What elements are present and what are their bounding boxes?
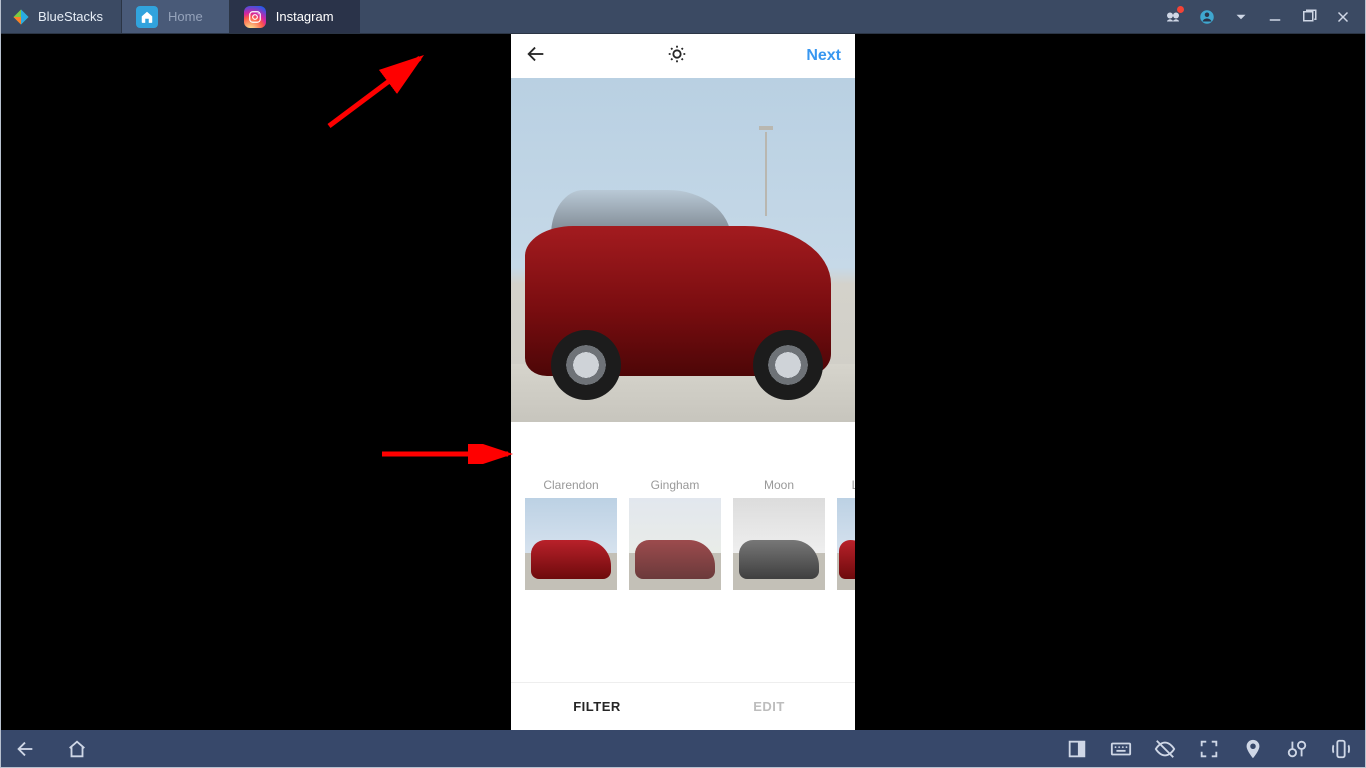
bluestacks-titlebar: BlueStacks Home Instagram — [0, 0, 1366, 34]
lux-adjust-icon[interactable] — [666, 43, 688, 70]
filter-thumb — [525, 498, 617, 590]
menu-dropdown-icon[interactable] — [1232, 8, 1250, 26]
tab-home[interactable]: Home — [121, 0, 229, 33]
filter-clarendon[interactable]: Clarendon — [525, 478, 617, 614]
filter-label: Moon — [733, 478, 825, 492]
account-icon[interactable] — [1198, 8, 1216, 26]
instagram-app-icon — [244, 6, 266, 28]
photo-background-pole — [765, 132, 767, 216]
fullscreen-icon[interactable] — [1198, 738, 1220, 760]
window-maximize-icon[interactable] — [1300, 8, 1318, 26]
filter-thumb — [733, 498, 825, 590]
photo-preview[interactable] — [511, 78, 855, 422]
shake-icon[interactable] — [1330, 738, 1352, 760]
tab-instagram[interactable]: Instagram — [229, 0, 360, 33]
bluestacks-brand-label: BlueStacks — [38, 9, 103, 24]
bluestacks-window-controls — [1164, 0, 1366, 33]
pika-notifications-icon[interactable] — [1164, 8, 1182, 26]
location-icon[interactable] — [1242, 738, 1264, 760]
instagram-editor-header: Next — [511, 34, 855, 78]
bluestacks-logo-icon — [12, 8, 30, 26]
home-icon — [136, 6, 158, 28]
window-close-icon[interactable] — [1334, 8, 1352, 26]
back-button[interactable] — [525, 43, 547, 70]
instagram-mode-tabs: FILTER EDIT — [511, 682, 855, 730]
filter-thumb — [837, 498, 855, 590]
keyboard-icon[interactable] — [1110, 738, 1132, 760]
photo-filter-gap — [511, 422, 855, 478]
tab-home-label: Home — [168, 9, 203, 24]
screenshot-icon[interactable] — [1286, 738, 1308, 760]
filter-thumb — [629, 498, 721, 590]
next-button[interactable]: Next — [806, 47, 841, 65]
tab-instagram-label: Instagram — [276, 9, 334, 24]
android-home-icon[interactable] — [66, 738, 88, 760]
instagram-screen: Next Clarendon Gingham Moon — [511, 34, 855, 730]
annotation-arrow-1 — [325, 52, 445, 132]
hide-icon[interactable] — [1154, 738, 1176, 760]
window-minimize-icon[interactable] — [1266, 8, 1284, 26]
filter-carousel[interactable]: Clarendon Gingham Moon L — [511, 478, 855, 614]
filter-next-peek[interactable]: L — [837, 478, 855, 614]
tab-filter[interactable]: FILTER — [511, 683, 683, 730]
filter-label: Gingham — [629, 478, 721, 492]
emulator-viewport: Next Clarendon Gingham Moon — [0, 34, 1366, 730]
filter-label: L — [837, 478, 855, 492]
toggle-sidebar-icon[interactable] — [1066, 738, 1088, 760]
tab-edit[interactable]: EDIT — [683, 683, 855, 730]
android-back-icon[interactable] — [14, 738, 36, 760]
filter-moon[interactable]: Moon — [733, 478, 825, 614]
annotation-arrow-2 — [380, 444, 520, 464]
filter-gingham[interactable]: Gingham — [629, 478, 721, 614]
bluestacks-brand: BlueStacks — [0, 0, 121, 33]
photo-car — [525, 226, 831, 376]
filter-label: Clarendon — [525, 478, 617, 492]
bluestacks-bottom-bar — [0, 730, 1366, 768]
